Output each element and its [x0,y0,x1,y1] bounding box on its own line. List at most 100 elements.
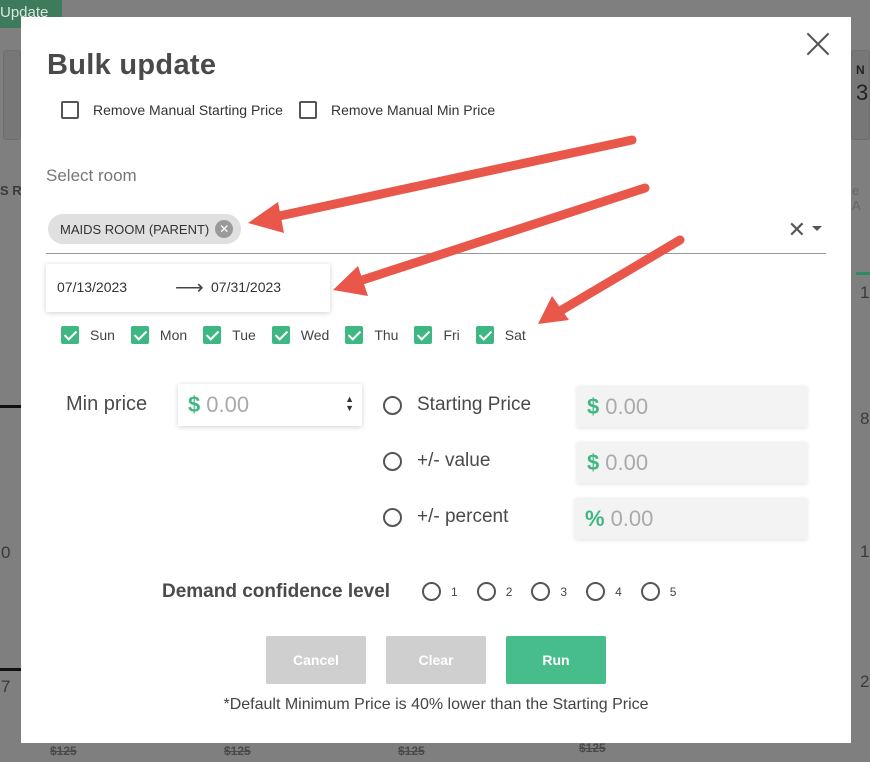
field-value: 0.00 [610,505,654,531]
bg-row-value: 0 [1,543,11,562]
radio-button[interactable] [383,395,402,415]
demand-confidence-radios: 1 2 3 4 5 [422,582,695,601]
bg-row-value: 7 [1,677,11,696]
radio-button[interactable] [422,582,441,601]
checkbox-box[interactable] [61,101,79,119]
confidence-level-2[interactable]: 2 [476,582,512,601]
cancel-button[interactable]: Cancel [266,636,366,684]
clear-button[interactable]: Clear [386,636,486,684]
bg-row-divider [0,405,21,408]
date-to-input[interactable]: 07/31/2023 [211,279,281,295]
arrow-right-icon: ⟶ [175,277,204,299]
day-checkbox-tue[interactable]: Tue [203,326,256,344]
starting-price-field[interactable]: $ 0.00 [577,386,807,427]
plus-minus-percent-field[interactable]: % 0.00 [575,498,807,539]
starting-price-radio[interactable]: Starting Price [383,394,531,416]
checkbox-checked[interactable] [414,326,433,344]
field-value: 0.00 [605,393,649,419]
radio-button[interactable] [586,582,606,601]
weekday-checkboxes: Sun Mon Tue Wed Thu Fri Sat [61,326,542,344]
radio-button[interactable] [383,507,402,527]
checkbox-checked[interactable] [130,326,149,344]
demand-confidence-label: Demand confidence level [162,581,391,602]
day-checkbox-thu[interactable]: Thu [345,326,398,344]
day-checkbox-sat[interactable]: Sat [475,326,526,344]
level-label: 3 [560,584,568,599]
bg-strike-price: $125 [224,744,251,758]
option-label: +/- value [417,450,491,471]
confidence-level-5[interactable]: 5 [640,582,677,601]
bg-stat-value: 3 [856,80,869,105]
day-checkbox-fri[interactable]: Fri [414,326,460,344]
min-price-value: 0.00 [206,392,250,417]
checkbox-checked[interactable] [271,326,290,344]
radio-button[interactable] [640,582,660,601]
bg-stat-label: N [856,63,865,77]
bg-row-value: 1 [860,542,870,561]
confidence-level-1[interactable]: 1 [422,582,458,601]
remove-chip-icon[interactable]: ✕ [215,220,234,238]
radio-button[interactable] [383,451,402,471]
day-checkbox-mon[interactable]: Mon [130,326,188,344]
min-price-label: Min price [66,393,148,415]
checkbox-checked[interactable] [203,326,222,344]
select-room-label: Select room [46,166,137,185]
day-label: Fri [443,327,460,343]
confidence-level-4[interactable]: 4 [586,582,622,601]
radio-button[interactable] [476,582,496,601]
bg-row-value: 2 [860,672,870,691]
bulk-update-dialog: Bulk update Remove Manual Starting Price… [21,17,851,743]
day-label: Sat [504,327,526,343]
clear-selection-icon[interactable]: ✕ [788,217,806,243]
day-label: Tue [232,327,256,343]
chip-label: MAIDS ROOM (PARENT) [60,221,210,237]
checkbox-box[interactable] [299,101,317,119]
chevron-down-icon[interactable] [812,226,822,231]
run-button[interactable]: Run [506,636,606,684]
dollar-icon: $ [587,449,600,475]
radio-button[interactable] [531,582,551,601]
checkbox-checked[interactable] [345,326,364,344]
bg-row-divider [0,668,21,671]
dialog-title: Bulk update [47,49,217,81]
percent-icon: % [585,505,605,531]
bg-row-value: 1 [860,283,870,302]
checkbox-label: Remove Manual Starting Price [93,102,283,118]
level-label: 4 [615,584,622,599]
level-label: 1 [451,584,458,599]
bg-strike-price: $125 [50,744,77,758]
number-spinner-icon[interactable]: ▲ ▼ [345,395,354,413]
default-min-price-note: *Default Minimum Price is 40% lower than… [223,696,649,713]
remove-manual-min-price-checkbox[interactable]: Remove Manual Min Price [299,101,495,119]
bg-row-divider [856,272,870,275]
plus-minus-value-radio[interactable]: +/- value [383,450,490,472]
dollar-icon: $ [587,393,600,419]
option-label: Starting Price [417,394,532,415]
room-select[interactable]: MAIDS ROOM (PARENT) ✕ ✕ [46,211,826,254]
bg-col-header-right: e A [852,183,861,213]
bg-col-header-left: S R [0,183,22,198]
bg-panel-left [3,50,21,140]
day-checkbox-sun[interactable]: Sun [61,326,115,344]
confidence-level-3[interactable]: 3 [531,582,567,601]
day-label: Thu [374,327,399,343]
selected-room-chip: MAIDS ROOM (PARENT) ✕ [48,214,242,244]
close-icon[interactable] [805,31,831,57]
checkbox-label: Remove Manual Min Price [331,102,496,118]
checkbox-checked[interactable] [475,326,494,344]
day-label: Mon [159,327,188,343]
bg-row-value: 8 [860,409,870,428]
option-label: +/- percent [417,506,509,527]
date-from-input[interactable]: 07/13/2023 [57,279,127,295]
checkbox-checked[interactable] [61,326,79,344]
level-label: 5 [669,584,677,599]
day-checkbox-wed[interactable]: Wed [271,326,330,344]
day-label: Wed [300,327,330,343]
date-range-picker[interactable]: 07/13/2023 ⟶ 07/31/2023 [46,264,330,312]
plus-minus-percent-radio[interactable]: +/- percent [383,506,508,528]
min-price-input[interactable]: $ 0.00 ▲ ▼ [178,384,362,426]
bg-strike-price: $125 [579,741,606,755]
plus-minus-value-field[interactable]: $ 0.00 [577,442,807,483]
field-value: 0.00 [605,449,649,475]
remove-manual-starting-price-checkbox[interactable]: Remove Manual Starting Price [61,101,283,119]
